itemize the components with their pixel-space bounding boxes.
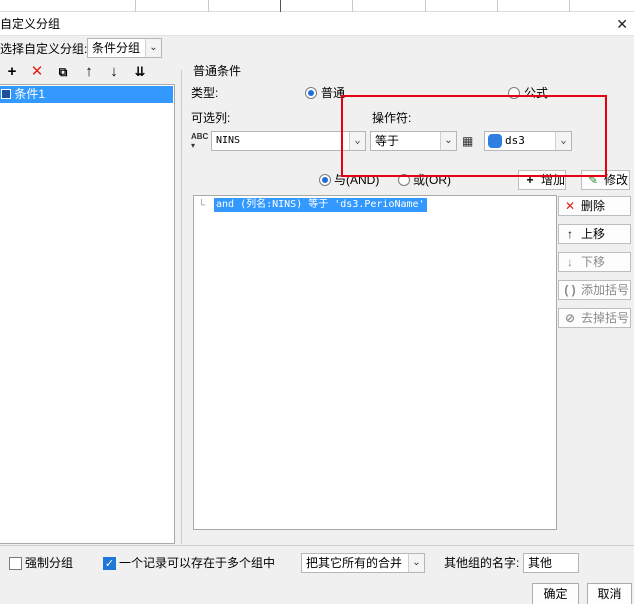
ok-button-label: 确定 bbox=[543, 587, 568, 601]
remove-paren-button[interactable]: ⊘ 去掉括号 bbox=[558, 308, 631, 328]
copy-icon[interactable]: ⧉ bbox=[53, 62, 73, 82]
merge-option-value: 把其它所有的合并 bbox=[306, 556, 403, 570]
condition-expression: and (列名:NINS) 等于 'ds3.PerioName' bbox=[216, 199, 425, 210]
add-icon[interactable]: + bbox=[2, 62, 22, 82]
type-label: 类型: bbox=[191, 86, 219, 100]
parentheses-icon: ( ) bbox=[564, 283, 576, 297]
other-name-input[interactable]: 其他 bbox=[523, 553, 579, 573]
add-paren-button-label: 添加括号 bbox=[581, 283, 630, 297]
chevron-down-icon: ⌄ bbox=[408, 554, 424, 572]
close-icon[interactable]: ✕ bbox=[616, 12, 628, 36]
add-paren-button[interactable]: ( ) 添加括号 bbox=[558, 280, 631, 300]
move-up-button-label: 上移 bbox=[581, 227, 606, 241]
condition-row[interactable]: and (列名:NINS) 等于 'ds3.PerioName' bbox=[214, 198, 427, 212]
sort-icon[interactable]: ⇊ bbox=[130, 62, 150, 82]
chevron-down-icon: ⌄ bbox=[145, 39, 161, 57]
group-select-value: 条件分组 bbox=[92, 41, 141, 55]
remove-parentheses-icon: ⊘ bbox=[564, 311, 576, 325]
move-up-button[interactable]: ↑ 上移 bbox=[558, 224, 631, 244]
cancel-button[interactable]: 取消 bbox=[587, 583, 632, 604]
footer-divider bbox=[0, 545, 634, 546]
delete-button[interactable]: ✕ 删除 bbox=[558, 196, 631, 216]
annotation-highlight-box bbox=[341, 95, 607, 177]
arrow-up-icon: ↑ bbox=[567, 227, 573, 241]
group-select[interactable]: 条件分组 ⌄ bbox=[87, 38, 162, 58]
type-normal-radio[interactable] bbox=[305, 87, 317, 99]
modify-button-label: 修改 bbox=[604, 173, 629, 187]
tree-line: └ bbox=[198, 200, 206, 211]
force-group-label: 强制分组 bbox=[25, 556, 74, 570]
tree-node-icon bbox=[1, 89, 11, 99]
tree-item[interactable]: 条件1 bbox=[0, 86, 173, 103]
condition-list: └ and (列名:NINS) 等于 'ds3.PerioName' bbox=[193, 195, 557, 530]
background-app-strip bbox=[0, 0, 634, 12]
dialog-title-bar: 自定义分组 ✕ bbox=[0, 12, 634, 36]
delete-button-label: 删除 bbox=[581, 199, 606, 213]
arrow-down-icon[interactable]: ↓ bbox=[104, 62, 124, 82]
group-border bbox=[181, 70, 182, 544]
tree-panel: 条件1 bbox=[0, 84, 175, 544]
group-select-label: 选择自定义分组: bbox=[0, 42, 88, 56]
cancel-button-label: 取消 bbox=[597, 587, 622, 601]
other-name-value: 其他 bbox=[528, 556, 553, 570]
remove-paren-button-label: 去掉括号 bbox=[581, 311, 630, 325]
column-type-icon: ABC ▾ bbox=[191, 132, 209, 150]
other-name-label: 其他组的名字: bbox=[444, 556, 520, 570]
section-title: 普通条件 bbox=[193, 64, 242, 78]
arrow-up-icon[interactable]: ↑ bbox=[79, 62, 99, 82]
multi-group-checkbox[interactable]: ✓ bbox=[103, 557, 116, 570]
logic-and-radio[interactable] bbox=[319, 174, 331, 186]
merge-option-select[interactable]: 把其它所有的合并 ⌄ bbox=[301, 553, 425, 573]
move-down-button-label: 下移 bbox=[581, 255, 606, 269]
tree-toolbar: + ✕ ⧉ ↑ ↓ ⇊ bbox=[0, 62, 175, 84]
tree-item-label: 条件1 bbox=[14, 87, 46, 101]
arrow-down-icon: ↓ bbox=[567, 255, 573, 269]
multi-group-label: 一个记录可以存在于多个组中 bbox=[119, 556, 276, 570]
column-select-value: NINS bbox=[216, 135, 241, 146]
ok-button[interactable]: 确定 bbox=[532, 583, 579, 604]
delete-icon[interactable]: ✕ bbox=[27, 62, 47, 82]
dialog-title: 自定义分组 bbox=[0, 17, 61, 31]
move-down-button[interactable]: ↓ 下移 bbox=[558, 252, 631, 272]
delete-icon: ✕ bbox=[564, 199, 576, 213]
column-label: 可选列: bbox=[191, 111, 231, 125]
force-group-checkbox[interactable] bbox=[9, 557, 22, 570]
